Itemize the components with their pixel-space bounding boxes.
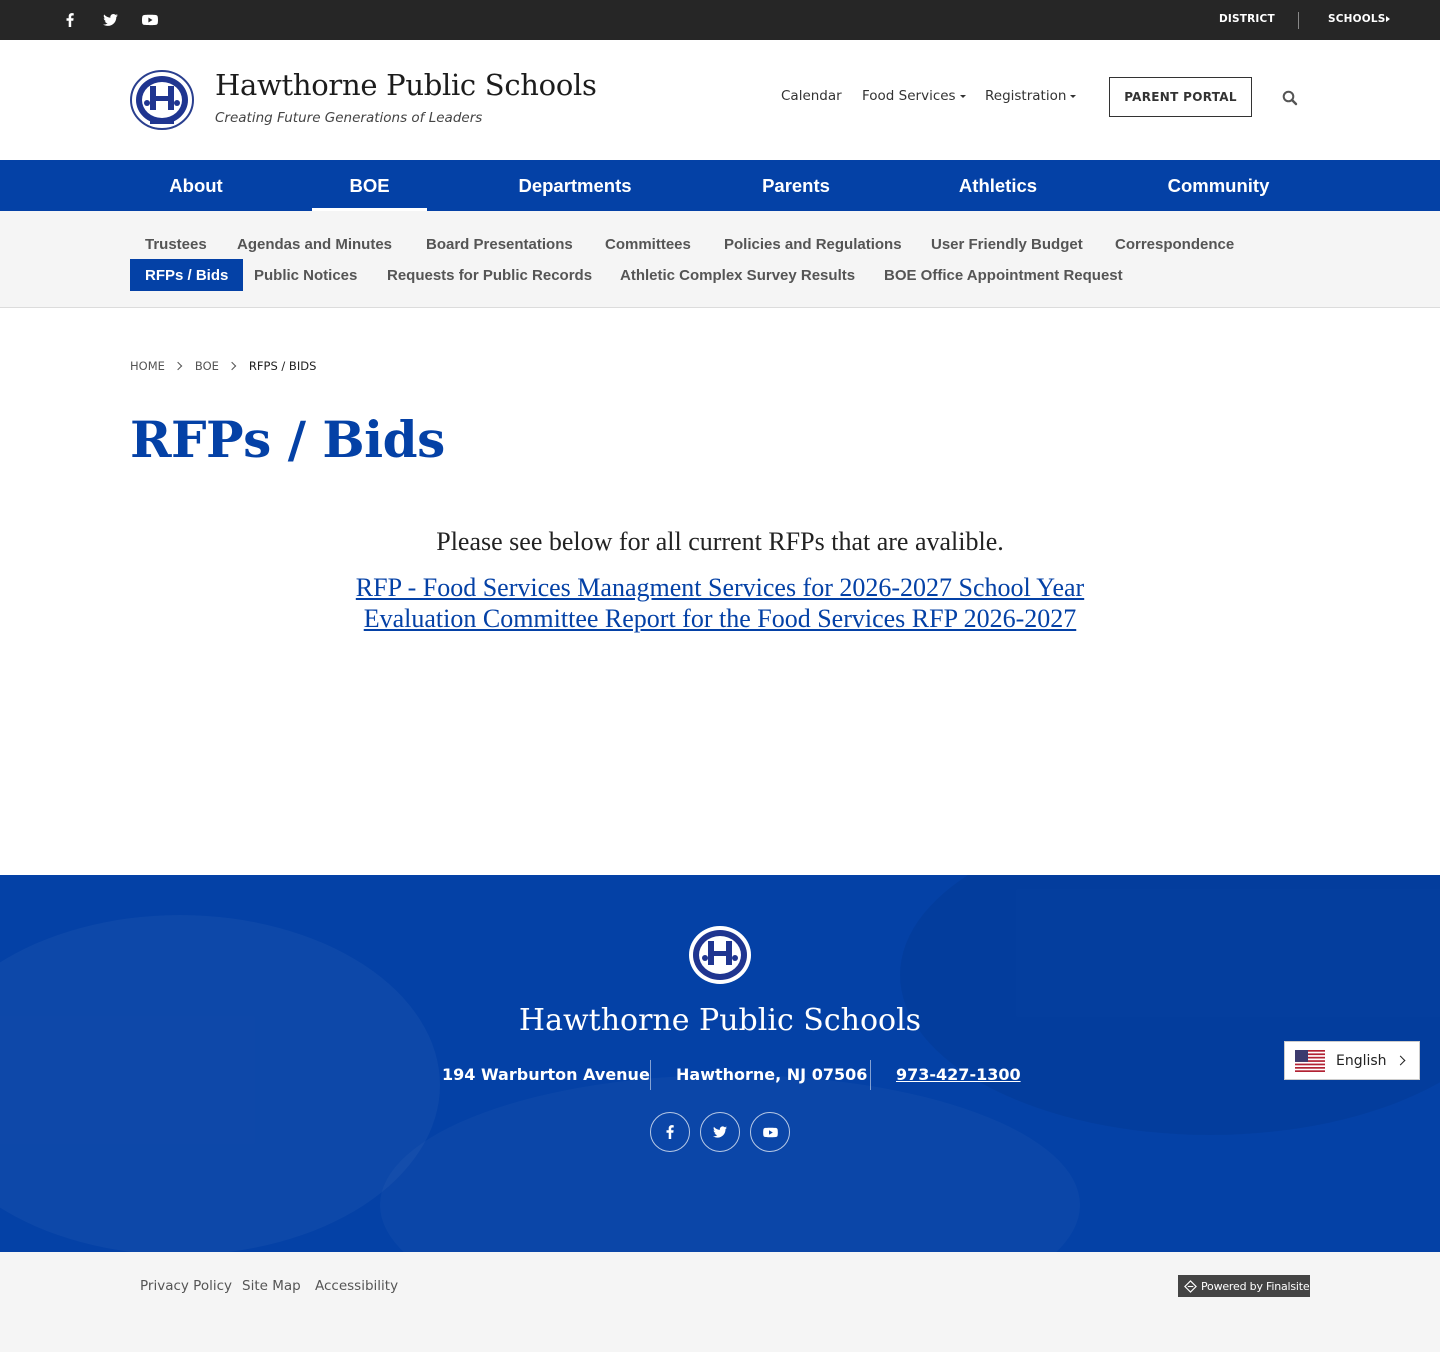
header-menu-registration[interactable]: Registration <box>985 88 1077 104</box>
subnav-athletic-survey[interactable]: Athletic Complex Survey Results <box>605 259 870 291</box>
subnav-user-friendly-budget[interactable]: User Friendly Budget <box>916 228 1098 260</box>
chevron-right-icon <box>173 361 183 371</box>
twitter-icon[interactable] <box>98 0 122 40</box>
evaluation-report-link[interactable]: Evaluation Committee Report for the Food… <box>0 603 1440 634</box>
chevron-right-icon <box>1395 1055 1406 1066</box>
caret-right-icon <box>1386 16 1390 22</box>
subnav-correspondence[interactable]: Correspondence <box>1100 228 1249 260</box>
nav-departments[interactable]: Departments <box>477 160 673 211</box>
nav-about[interactable]: About <box>130 160 262 211</box>
language-label: English <box>1336 1052 1387 1069</box>
chevron-right-icon <box>227 361 237 371</box>
section-subnav: Trustees Agendas and Minutes Board Prese… <box>0 211 1440 308</box>
utility-divider <box>1298 12 1299 29</box>
breadcrumb-home[interactable]: HOME <box>130 359 165 373</box>
footer-address: 194 Warburton Avenue <box>442 1065 650 1084</box>
subnav-public-notices[interactable]: Public Notices <box>239 259 372 291</box>
privacy-policy-link[interactable]: Privacy Policy <box>140 1278 232 1294</box>
youtube-icon[interactable] <box>138 0 162 40</box>
breadcrumb: HOME BOE RFPS / BIDS <box>130 359 316 373</box>
district-link[interactable]: DISTRICT <box>1219 13 1275 25</box>
dropdown-caret-icon <box>1070 94 1077 98</box>
site-footer: Hawthorne Public Schools 194 Warburton A… <box>0 875 1440 1252</box>
twitter-icon[interactable] <box>700 1112 740 1152</box>
nav-parents[interactable]: Parents <box>723 160 869 211</box>
footer-title: Hawthorne Public Schools <box>518 1003 922 1038</box>
page-title: RFPs / Bids <box>130 410 445 469</box>
site-title[interactable]: Hawthorne Public Schools <box>215 68 597 102</box>
powered-by-badge[interactable]: Powered by Finalsite <box>1178 1275 1310 1297</box>
footer-city: Hawthorne, NJ 07506 <box>676 1065 868 1084</box>
header-menu-food-services[interactable]: Food Services <box>862 88 966 104</box>
legal-bar: Privacy Policy Site Map Accessibility Po… <box>0 1252 1440 1352</box>
facebook-icon[interactable] <box>58 0 82 40</box>
breadcrumb-boe[interactable]: BOE <box>195 359 219 373</box>
language-selector[interactable]: English <box>1284 1041 1420 1080</box>
subnav-boe-appointment[interactable]: BOE Office Appointment Request <box>869 259 1138 291</box>
schools-menu[interactable]: SCHOOLS <box>1328 13 1386 25</box>
subnav-committees[interactable]: Committees <box>590 228 706 260</box>
subnav-rfps-bids[interactable]: RFPs / Bids <box>130 259 244 291</box>
district-seal-logo[interactable] <box>130 70 194 130</box>
header-link-calendar[interactable]: Calendar <box>781 88 842 104</box>
page-content: Please see below for all current RFPs th… <box>0 527 1440 634</box>
footer-divider <box>870 1060 871 1090</box>
finalsite-icon <box>1184 1279 1197 1293</box>
accessibility-link[interactable]: Accessibility <box>315 1278 398 1294</box>
breadcrumb-current: RFPS / BIDS <box>248 359 317 373</box>
site-map-link[interactable]: Site Map <box>242 1278 301 1294</box>
registration-label: Registration <box>985 88 1067 104</box>
subnav-public-records[interactable]: Requests for Public Records <box>372 259 607 291</box>
parent-portal-button[interactable]: PARENT PORTAL <box>1109 77 1252 117</box>
nav-boe[interactable]: BOE <box>312 160 427 211</box>
footer-phone-link[interactable]: 973-427-1300 <box>896 1065 1021 1084</box>
food-services-label: Food Services <box>862 88 956 104</box>
nav-community[interactable]: Community <box>1127 160 1310 211</box>
rfp-food-services-link[interactable]: RFP - Food Services Managment Services f… <box>0 572 1440 603</box>
footer-seal-logo[interactable] <box>688 925 752 985</box>
powered-by-label: Powered by Finalsite <box>1201 1279 1310 1293</box>
nav-athletics[interactable]: Athletics <box>919 160 1077 211</box>
footer-texture <box>380 1075 1080 1252</box>
rfp-link-list: RFP - Food Services Managment Services f… <box>0 572 1440 634</box>
footer-texture <box>0 915 440 1252</box>
site-tagline: Creating Future Generations of Leaders <box>215 110 483 126</box>
dropdown-caret-icon <box>959 94 966 98</box>
site-header: Hawthorne Public Schools Creating Future… <box>0 40 1440 160</box>
subnav-trustees[interactable]: Trustees <box>130 228 222 260</box>
us-flag-icon <box>1295 1049 1325 1072</box>
subnav-agendas-minutes[interactable]: Agendas and Minutes <box>222 228 407 260</box>
subnav-board-presentations[interactable]: Board Presentations <box>411 228 588 260</box>
subnav-policies-regulations[interactable]: Policies and Regulations <box>709 228 917 260</box>
youtube-icon[interactable] <box>750 1112 790 1152</box>
footer-divider <box>650 1060 651 1090</box>
intro-text: Please see below for all current RFPs th… <box>436 527 1004 556</box>
search-icon[interactable] <box>1282 90 1298 106</box>
facebook-icon[interactable] <box>650 1112 690 1152</box>
main-navigation: About BOE Departments Parents Athletics … <box>0 160 1440 211</box>
utility-bar: DISTRICT SCHOOLS <box>0 0 1440 40</box>
